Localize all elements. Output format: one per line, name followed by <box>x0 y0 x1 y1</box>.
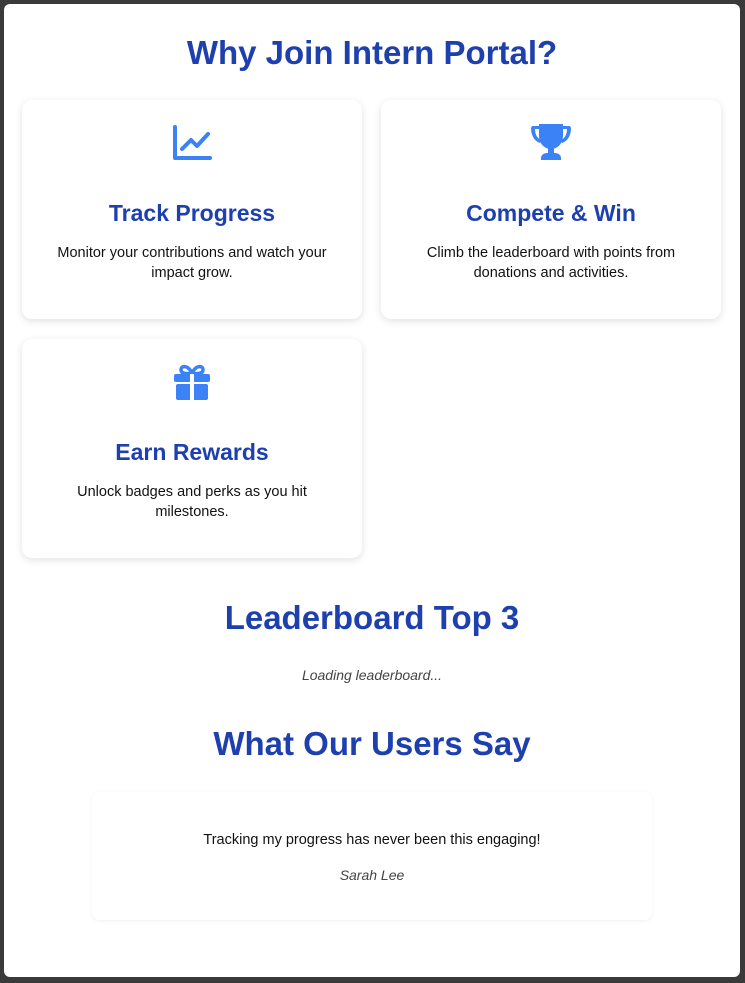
leaderboard-heading: Leaderboard Top 3 <box>224 599 520 636</box>
feature-description: Climb the leaderboard with points from d… <box>426 245 676 281</box>
leaderboard-loading-text: Loading leaderboard... <box>301 667 443 683</box>
feature-card-track-progress: Track Progress Monitor your contribution… <box>22 100 362 319</box>
testimonial-quote: Tracking my progress has never been this… <box>203 832 541 848</box>
feature-title: Track Progress <box>108 200 276 226</box>
gift-icon <box>22 361 362 403</box>
testimonials-heading: What Our Users Say <box>213 725 531 762</box>
trophy-icon <box>381 122 721 164</box>
feature-title: Earn Rewards <box>115 439 269 465</box>
testimonial-card: Tracking my progress has never been this… <box>92 792 652 920</box>
feature-card-compete-win: Compete & Win Climb the leaderboard with… <box>381 100 721 319</box>
testimonial-author: Sarah Lee <box>339 867 405 883</box>
feature-title: Compete & Win <box>466 200 636 226</box>
chart-line-icon <box>22 122 362 164</box>
feature-description: Unlock badges and perks as you hit miles… <box>77 484 307 520</box>
feature-card-earn-rewards: Earn Rewards Unlock badges and perks as … <box>22 339 362 558</box>
why-join-heading: Why Join Intern Portal? <box>186 34 558 71</box>
feature-description: Monitor your contributions and watch you… <box>57 245 327 281</box>
page-frame: Why Join Intern Portal? Track Progress M… <box>4 4 740 977</box>
